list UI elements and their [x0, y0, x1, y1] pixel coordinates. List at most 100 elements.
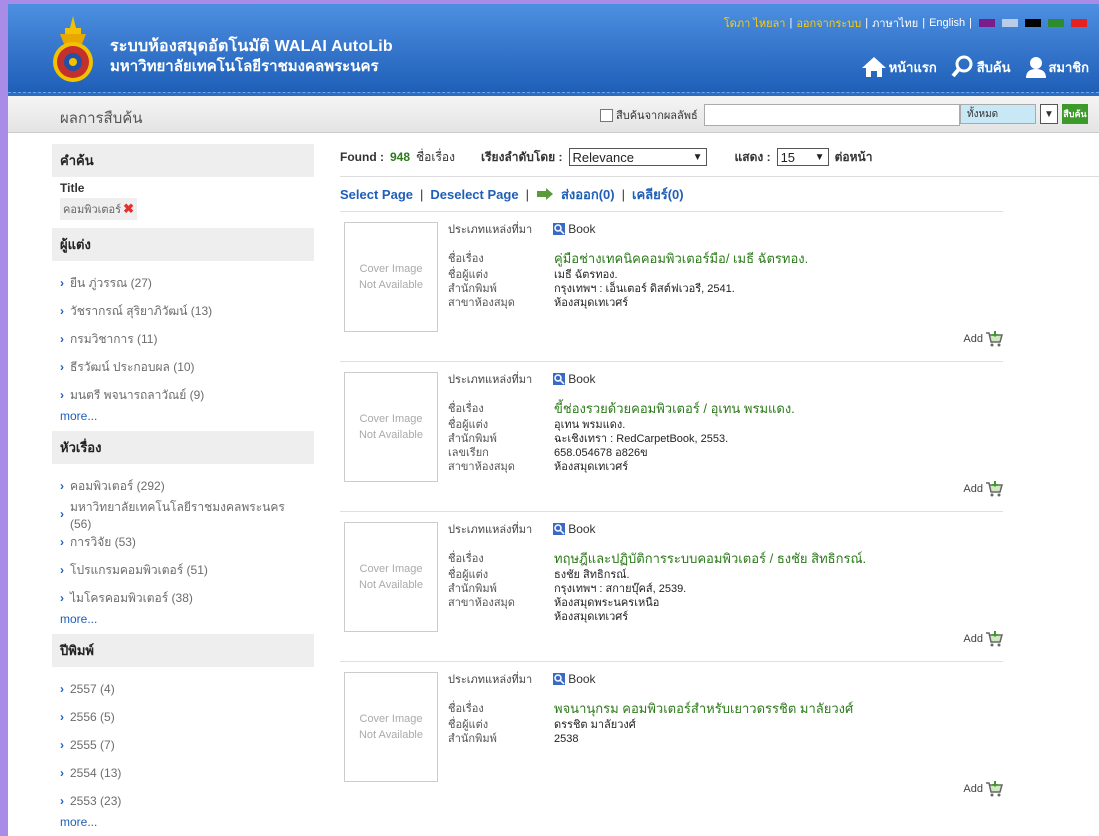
chevron-right-icon: › — [60, 682, 64, 696]
nav-member[interactable]: สมาชิก — [1025, 56, 1089, 78]
book-label: Book — [568, 222, 596, 236]
cover-text: Cover Image — [359, 263, 423, 275]
source-type-value: Book — [552, 222, 596, 236]
chevron-right-icon: › — [60, 738, 64, 752]
per-page-select[interactable]: 15 ▼ — [776, 148, 829, 166]
field-label: สำนักพิมพ์ — [448, 733, 497, 745]
cover-text: Not Available — [358, 579, 423, 591]
search-button[interactable]: สืบค้น — [1062, 104, 1088, 124]
source-type-label: ประเภทแหล่งที่มา — [448, 224, 533, 236]
facet-item-label: 2554 (13) — [70, 766, 122, 780]
user-icon — [1025, 57, 1046, 78]
add-to-cart[interactable]: Add — [963, 780, 1003, 798]
facet-more-link[interactable]: more... — [52, 815, 314, 833]
record-field: สาขาห้องสมุด ห้องสมุดเทเวศร์ — [448, 460, 795, 474]
nav-home[interactable]: หน้าแรก — [861, 56, 937, 78]
field-value: ห้องสมุดเทเวศร์ — [554, 297, 629, 309]
chevron-right-icon: › — [60, 388, 64, 402]
field-value: 2538 — [554, 733, 579, 745]
remove-term-icon[interactable]: ✖ — [123, 201, 134, 217]
source-type: ประเภทแหล่งที่มา Book — [448, 220, 596, 238]
sort-select[interactable]: Relevance ▼ — [568, 148, 707, 166]
lang-english-link[interactable]: English — [929, 17, 965, 29]
lang-thai-link[interactable]: ภาษาไทย — [872, 14, 918, 32]
record-title-link[interactable]: พจนานุกรม คอมพิวเตอร์สำหรับเยาวดรรชิต มา… — [554, 702, 853, 716]
facet-heading: หัวเรื่อง — [52, 431, 314, 464]
nav-search[interactable]: สืบค้น — [951, 54, 1011, 78]
cover-image-placeholder: Cover Image Not Available — [344, 222, 438, 332]
facet-item[interactable]: › 2553 (23) — [52, 787, 314, 815]
result-record: Cover Image Not Available ประเภทแหล่งที่มา… — [340, 661, 1003, 811]
record-title-link[interactable]: ทฤษฎีและปฏิบัติการระบบคอมพิวเตอร์ / ธงชั… — [554, 552, 866, 566]
facet-item[interactable]: › ไมโครคอมพิวเตอร์ (38) — [52, 584, 314, 612]
field-label: สาขาห้องสมุด — [448, 597, 515, 609]
clear-link[interactable]: เคลียร์(0) — [632, 184, 684, 205]
theme-swatch-black[interactable] — [1025, 19, 1041, 27]
logout-link[interactable]: ออกจากระบบ — [796, 14, 861, 32]
field-value: ห้องสมุดเทเวศร์ — [554, 611, 629, 623]
facet-item[interactable]: › วัชรากรณ์ สุริยาภิวัฒน์ (13) — [52, 297, 314, 325]
facet-item-label: กรมวิชาการ (11) — [70, 331, 158, 346]
chevron-right-icon: › — [60, 304, 64, 318]
record-field: สำนักพิมพ์ กรุงเทพฯ : สกายบุ๊คส์, 2539. — [448, 582, 866, 596]
facet-more-link[interactable]: more... — [52, 409, 314, 427]
facet-item-label: วัชรากรณ์ สุริยาภิวัฒน์ (13) — [70, 303, 213, 318]
field-value: 658.054678 อ826ข — [554, 447, 648, 459]
export-icon — [536, 188, 553, 200]
field-value: ห้องสมุดเทเวศร์ — [554, 461, 629, 473]
query-term: คอมพิวเตอร์ — [63, 204, 122, 216]
selection-actions: Select Page | Deselect Page | ส่งออก(0) … — [340, 177, 1099, 211]
home-icon — [861, 57, 886, 77]
theme-swatch-purple[interactable] — [979, 19, 995, 27]
facet-item[interactable]: › มหาวิทยาลัยเทคโนโลยีราชมงคลพระนคร (56) — [52, 500, 314, 531]
per-page-label: ต่อหน้า — [834, 149, 873, 164]
select-page-link[interactable]: Select Page — [340, 187, 413, 202]
query-term-chip: คอมพิวเตอร์ ✖ — [60, 198, 137, 220]
facet-item[interactable]: › 2555 (7) — [52, 731, 314, 759]
theme-swatch-red[interactable] — [1071, 19, 1087, 27]
search-scope-select[interactable]: ทั้งหมด — [960, 104, 1036, 124]
add-to-cart[interactable]: Add — [963, 630, 1003, 648]
record-title-link[interactable]: คู่มือช่างเทคนิคคอมพิวเตอร์มือ/ เมธี ฉัต… — [554, 252, 808, 266]
chevron-right-icon: › — [60, 766, 64, 780]
facet-item[interactable]: › คอมพิวเตอร์ (292) — [52, 472, 314, 500]
field-value: เมธี ฉัตรทอง. — [554, 269, 618, 281]
sort-value: Relevance — [572, 149, 634, 165]
facet-item[interactable]: › มนตรี พจนารถลาวัณย์ (9) — [52, 381, 314, 409]
add-to-cart[interactable]: Add — [963, 330, 1003, 348]
search-input[interactable] — [704, 104, 960, 126]
theme-swatch-green[interactable] — [1048, 19, 1064, 27]
results-panel: Found : 948 ชื่อเรื่อง เรียงลำดับโดย : R… — [340, 144, 1099, 811]
cover-image-placeholder: Cover Image Not Available — [344, 672, 438, 782]
facet-more-link[interactable]: more... — [52, 612, 314, 630]
record-field: ชื่อผู้แต่ง อุเทน พรมแดง. — [448, 418, 795, 432]
result-record: Cover Image Not Available ประเภทแหล่งที่มา… — [340, 511, 1003, 661]
search-within-results[interactable]: สืบค้นจากผลลัพธ์ — [600, 106, 698, 124]
field-label: ชื่อเรื่อง — [448, 253, 484, 265]
facet-item[interactable]: › 2554 (13) — [52, 759, 314, 787]
add-to-cart[interactable]: Add — [963, 480, 1003, 498]
search-within-checkbox[interactable] — [600, 108, 613, 122]
facet-item[interactable]: › ธีรวัฒน์ ประกอบผล (10) — [52, 353, 314, 381]
chevron-right-icon: › — [60, 479, 64, 493]
theme-swatch-lightblue[interactable] — [1002, 19, 1018, 27]
per-page-value: 15 — [780, 149, 796, 165]
facet-item[interactable]: › 2556 (5) — [52, 703, 314, 731]
user-name-link[interactable]: โดภา ไหยลา — [724, 14, 786, 32]
facet-item[interactable]: › ยืน ภู่วรรณ (27) — [52, 269, 314, 297]
record-title-link[interactable]: ขี้ช่องรวยด้วยคอมพิวเตอร์ / อุเทน พรมแดง… — [554, 402, 795, 416]
facet-item[interactable]: › โปรแกรมคอมพิวเตอร์ (51) — [52, 556, 314, 584]
chevron-down-icon[interactable]: ▼ — [1040, 104, 1058, 124]
facet-item-label: 2557 (4) — [70, 682, 115, 696]
facet-item-label: ยืน ภู่วรรณ (27) — [70, 275, 152, 290]
facet-item[interactable]: › กรมวิชาการ (11) — [52, 325, 314, 353]
facet-item[interactable]: › การวิจัย (53) — [52, 528, 314, 556]
show-label: แสดง : — [734, 149, 771, 164]
field-label: เลขเรียก — [448, 447, 489, 459]
facet-item[interactable]: › 2557 (4) — [52, 675, 314, 703]
book-icon — [553, 223, 566, 235]
deselect-page-link[interactable]: Deselect Page — [430, 187, 518, 202]
result-list: Cover Image Not Available ประเภทแหล่งที่มา… — [340, 211, 1099, 811]
facet-groups: ผู้แต่ง › ยืน ภู่วรรณ (27) › วัชรากรณ์ สุริย… — [52, 228, 314, 833]
export-link[interactable]: ส่งออก(0) — [561, 184, 615, 205]
